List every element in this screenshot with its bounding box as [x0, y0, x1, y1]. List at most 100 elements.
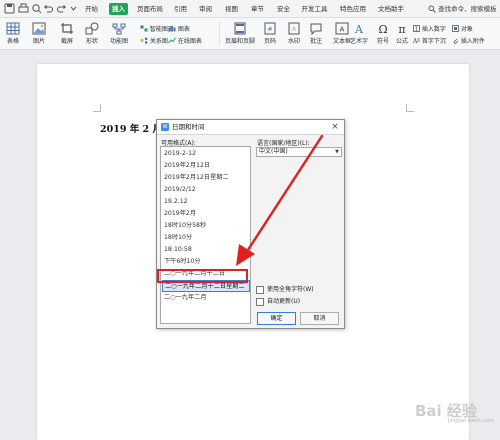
autoupdate-label: 自动更新(U)	[267, 298, 301, 305]
screenshot-label: 截屏	[60, 38, 73, 45]
quick-access-dropdown-icon[interactable]	[68, 3, 79, 14]
list-item[interactable]: 19.2.12	[164, 196, 250, 208]
list-item[interactable]: 2019年2月12日	[164, 160, 250, 172]
tab-references[interactable]: 引用	[172, 3, 189, 15]
language-value: 中文(中国)	[259, 148, 288, 155]
formula-icon: π	[398, 23, 405, 35]
tab-security[interactable]: 安全	[275, 3, 292, 15]
svg-text:Ω: Ω	[378, 23, 387, 35]
formula-label: 公式	[395, 38, 408, 45]
command-search[interactable]: 查找命令、搜索模板	[428, 3, 497, 15]
list-item[interactable]: 二○一九年二月	[164, 292, 250, 304]
tab-page-layout[interactable]: 页面布局	[135, 3, 165, 15]
formula-button[interactable]: π 公式	[393, 22, 411, 45]
autoupdate-checkbox[interactable]	[256, 298, 264, 306]
table-icon	[6, 22, 20, 35]
attachment-icon	[453, 38, 459, 44]
svg-text:A: A	[340, 26, 345, 34]
insert-attachment-button[interactable]: 插入附件	[452, 36, 485, 45]
svg-text:#: #	[267, 26, 272, 33]
shape-icon	[85, 22, 99, 35]
tab-insert[interactable]: 插入	[109, 3, 128, 15]
format-list[interactable]: 2019-2-12 2019年2月12日 2019年2月12日星期二 2019/…	[160, 146, 251, 324]
chevron-down-icon: ▼	[335, 149, 339, 155]
dialog-titlebar[interactable]: W 日期和时间 ×	[157, 120, 344, 135]
function-chart-label: 功能图	[109, 38, 128, 45]
search-label: 查找命令、搜索模板	[438, 5, 497, 13]
first-drop-label: 首字下沉	[421, 38, 446, 45]
margin-corner-mark	[93, 104, 101, 112]
insert-attachment-label: 插入附件	[460, 38, 485, 45]
watermark-url: jingyan.baidu.com	[448, 418, 495, 424]
insert-number-label: 插入数字	[421, 26, 446, 33]
preview-icon[interactable]	[31, 3, 42, 14]
chart-icon	[168, 26, 176, 32]
undo-icon[interactable]	[43, 3, 54, 14]
language-select[interactable]: 中文(中国) ▼	[256, 147, 342, 157]
header-footer-icon	[234, 22, 246, 35]
symbol-button[interactable]: Ω 符号	[373, 22, 393, 45]
header-footer-button[interactable]: 页眉和页脚	[222, 22, 258, 45]
picture-button[interactable]: 图片	[26, 22, 52, 45]
tab-review[interactable]: 审阅	[197, 3, 214, 15]
symbol-label: 符号	[376, 38, 389, 45]
chart-button[interactable]: 图表	[168, 24, 190, 33]
first-drop-button[interactable]: A 首字下沉	[412, 36, 446, 45]
symbol-icon: Ω	[378, 23, 387, 35]
shape-button[interactable]: 形状	[80, 22, 104, 45]
insert-number-button[interactable]: 1 插入数字	[413, 24, 446, 33]
cancel-button[interactable]: 取消	[300, 312, 339, 325]
relation-graph-label: 关系图	[149, 38, 168, 45]
relation-graph-button[interactable]: 关系图	[140, 36, 168, 45]
list-item[interactable]: 2019年2月12日星期二	[164, 172, 250, 184]
close-icon[interactable]: ×	[330, 122, 340, 132]
watermark-label: 水印	[287, 38, 300, 45]
language-label: 语言(国家/地区)(L):	[257, 140, 310, 147]
art-text-label: 艺术字	[349, 38, 368, 45]
object-icon	[452, 25, 459, 32]
list-item[interactable]: 18时10分58秒	[164, 220, 250, 232]
list-item[interactable]: 18:10:58	[164, 244, 250, 256]
print-icon[interactable]	[18, 3, 29, 14]
tab-document-assistant[interactable]: 文档助手	[376, 3, 406, 15]
list-item[interactable]: 2019-2-12	[164, 148, 250, 160]
fullwidth-checkbox[interactable]	[256, 286, 264, 294]
margin-corner-mark	[406, 104, 414, 112]
ok-button[interactable]: 确定	[257, 312, 296, 325]
tab-developer-tools[interactable]: 开发工具	[300, 3, 329, 15]
tab-view[interactable]: 视图	[223, 3, 240, 15]
ribbon-divider	[219, 22, 220, 46]
list-item[interactable]: 2019年2月	[164, 208, 250, 220]
page-number-button[interactable]: # 页码	[259, 22, 281, 45]
document-text[interactable]: 2019 年 2 月	[100, 121, 162, 135]
page-number-label: 页码	[263, 38, 276, 45]
picture-label: 图片	[32, 38, 45, 45]
function-chart-icon	[112, 23, 126, 35]
tab-home[interactable]: 开始	[83, 3, 100, 15]
art-text-button[interactable]: A 艺术字	[346, 22, 372, 45]
relation-graph-icon	[140, 37, 148, 44]
list-item[interactable]: 2019/2/12	[164, 184, 250, 196]
svg-text:A: A	[292, 26, 297, 33]
art-text-icon: A	[354, 23, 364, 35]
object-button[interactable]: 对象	[452, 24, 473, 33]
watermark-button[interactable]: A 水印	[283, 22, 305, 45]
list-item[interactable]: 18时10分	[164, 232, 250, 244]
save-icon[interactable]	[4, 3, 15, 14]
comment-label: 批注	[309, 38, 322, 45]
menu-bar: 开始 插入 页面布局 引用 审阅 视图 章节 安全 开发工具 特色应用 文档助手…	[0, 0, 500, 18]
table-button[interactable]: 表格	[2, 22, 24, 45]
list-item[interactable]: 下午6时10分	[164, 256, 250, 268]
tab-section[interactable]: 章节	[249, 3, 266, 15]
screenshot-button[interactable]: 截屏	[55, 22, 79, 45]
header-footer-label: 页眉和页脚	[224, 38, 255, 45]
screenshot-icon	[61, 23, 73, 34]
redo-icon[interactable]	[56, 3, 67, 14]
online-chart-button[interactable]: 在线图表	[168, 36, 202, 45]
function-chart-button[interactable]: 功能图	[106, 22, 132, 45]
svg-text:A: A	[354, 23, 364, 35]
shape-label: 形状	[85, 38, 98, 45]
comment-button[interactable]: 批注	[307, 22, 325, 45]
tab-special-apps[interactable]: 特色应用	[338, 3, 368, 15]
fullwidth-label: 使用全角字符(W)	[267, 286, 314, 293]
